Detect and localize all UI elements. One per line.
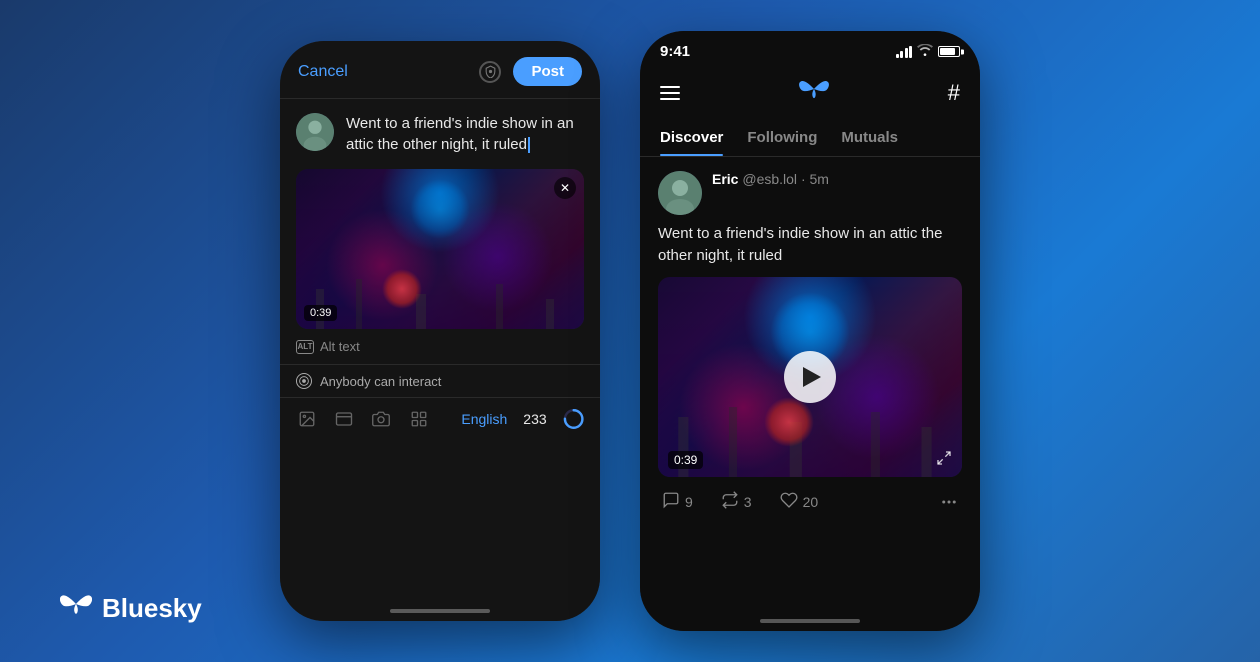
concert-image-left bbox=[296, 169, 584, 329]
more-action[interactable] bbox=[940, 493, 958, 511]
author-handle[interactable]: @esb.lol bbox=[742, 171, 797, 187]
post-button[interactable]: Post bbox=[513, 57, 582, 86]
interaction-settings[interactable]: Anybody can interact bbox=[280, 364, 600, 398]
post-author-avatar[interactable] bbox=[658, 171, 702, 215]
like-count: 20 bbox=[803, 494, 819, 510]
signal-bar-4 bbox=[909, 46, 912, 58]
like-action[interactable]: 20 bbox=[780, 491, 819, 514]
expand-icon[interactable] bbox=[936, 450, 952, 469]
comment-icon bbox=[662, 491, 680, 514]
phones-container: Cancel Post bbox=[280, 31, 980, 631]
text-cursor bbox=[528, 137, 530, 153]
bluesky-logo-nav[interactable] bbox=[799, 76, 829, 109]
author-line: Eric @esb.lol · 5m bbox=[712, 171, 962, 187]
brand-logo: Bluesky bbox=[60, 590, 202, 626]
hamburger-line-2 bbox=[660, 92, 680, 94]
compose-header: Cancel Post bbox=[280, 41, 600, 99]
time-display: 9:41 bbox=[660, 43, 690, 60]
hashtag-button[interactable]: # bbox=[948, 80, 960, 106]
compose-screen: Cancel Post bbox=[280, 41, 600, 621]
post-header: Eric @esb.lol · 5m bbox=[658, 171, 962, 215]
signal-bar-3 bbox=[905, 48, 908, 58]
repost-icon bbox=[721, 491, 739, 514]
post-meta: Eric @esb.lol · 5m bbox=[712, 171, 962, 191]
comment-count: 9 bbox=[685, 494, 693, 510]
home-indicator-left bbox=[390, 609, 490, 613]
repost-action[interactable]: 3 bbox=[721, 491, 752, 514]
compose-text-field[interactable]: Went to a friend's indie show in an atti… bbox=[346, 113, 584, 155]
shield-icon[interactable] bbox=[479, 61, 501, 83]
feed-phone: 9:41 bbox=[640, 31, 980, 631]
alt-icon: ALT bbox=[296, 340, 314, 354]
language-label[interactable]: English bbox=[461, 411, 507, 427]
cancel-button[interactable]: Cancel bbox=[298, 63, 348, 81]
tab-following[interactable]: Following bbox=[747, 121, 817, 156]
post-time: · 5m bbox=[801, 171, 829, 187]
image-icon[interactable] bbox=[296, 408, 317, 430]
menu-button[interactable] bbox=[660, 86, 680, 100]
status-bar: 9:41 bbox=[640, 31, 980, 68]
home-indicator-right bbox=[760, 619, 860, 623]
camera-icon[interactable] bbox=[371, 408, 392, 430]
video-duration-left: 0:39 bbox=[304, 305, 337, 321]
close-image-button[interactable]: ✕ bbox=[554, 177, 576, 199]
more-icon[interactable] bbox=[408, 408, 429, 430]
nav-bar: # bbox=[640, 68, 980, 121]
gif-icon[interactable] bbox=[333, 408, 354, 430]
status-icons bbox=[896, 44, 961, 59]
comment-action[interactable]: 9 bbox=[662, 491, 693, 514]
repost-count: 3 bbox=[744, 494, 752, 510]
compose-toolbar: English 233 bbox=[280, 398, 600, 440]
compose-area: Went to a friend's indie show in an atti… bbox=[280, 99, 600, 169]
post-card: Eric @esb.lol · 5m Went to a friend's in… bbox=[640, 157, 980, 528]
author-name[interactable]: Eric bbox=[712, 171, 738, 187]
progress-circle bbox=[563, 408, 584, 430]
hamburger-line-1 bbox=[660, 86, 680, 88]
video-duration-right: 0:39 bbox=[668, 451, 703, 469]
brand-butterfly-icon bbox=[60, 590, 92, 626]
post-body: Went to a friend's indie show in an atti… bbox=[658, 223, 962, 267]
signal-bar-2 bbox=[900, 51, 903, 58]
interact-icon bbox=[296, 373, 312, 389]
alt-text-row[interactable]: ALT Alt text bbox=[280, 329, 600, 364]
post-media[interactable]: 0:39 bbox=[658, 277, 962, 477]
signal-bar-1 bbox=[896, 54, 899, 58]
char-count: 233 bbox=[523, 411, 546, 427]
signal-icon bbox=[896, 46, 913, 58]
compose-phone: Cancel Post bbox=[280, 41, 600, 621]
user-avatar bbox=[296, 113, 334, 151]
feed-screen: 9:41 bbox=[640, 31, 980, 631]
battery-icon bbox=[938, 46, 960, 57]
wifi-icon bbox=[917, 44, 933, 59]
battery-fill bbox=[940, 48, 955, 55]
header-icons: Post bbox=[479, 57, 582, 86]
brand-name: Bluesky bbox=[102, 593, 202, 624]
heart-icon bbox=[780, 491, 798, 514]
play-icon bbox=[803, 367, 821, 387]
feed-tabs: Discover Following Mutuals bbox=[640, 121, 980, 157]
tab-mutuals[interactable]: Mutuals bbox=[841, 121, 898, 156]
post-actions: 9 3 bbox=[658, 481, 962, 518]
hamburger-line-3 bbox=[660, 98, 680, 100]
tab-discover[interactable]: Discover bbox=[660, 121, 723, 156]
play-button[interactable] bbox=[784, 351, 836, 403]
image-preview: ✕ 0:39 bbox=[296, 169, 584, 329]
